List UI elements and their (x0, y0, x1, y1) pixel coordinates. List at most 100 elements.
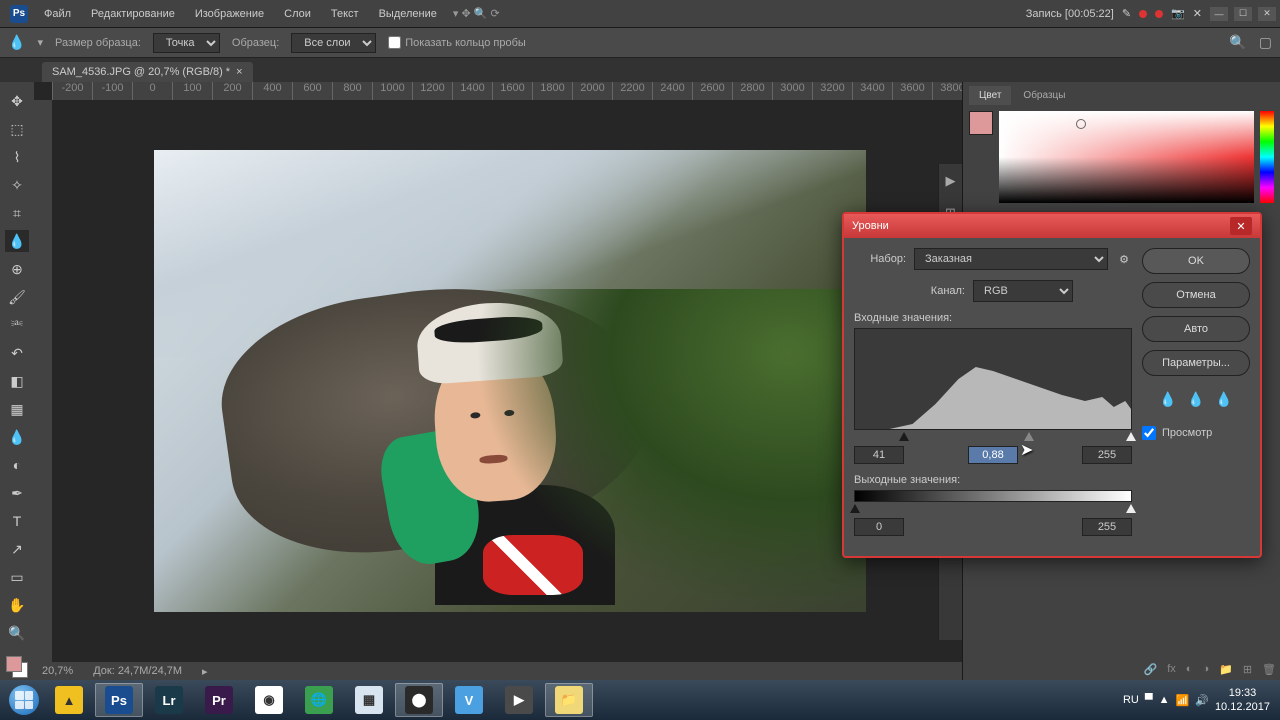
sample-select[interactable]: Все слои (291, 33, 376, 53)
tool-icon[interactable]: 💧 (8, 34, 25, 51)
options-button[interactable]: Параметры... (1142, 350, 1250, 376)
pause-icon[interactable] (1139, 10, 1147, 18)
histogram[interactable] (854, 328, 1132, 430)
black-dropper-icon[interactable]: 💧 (1157, 388, 1179, 410)
taskbar-recorder[interactable]: ⬤ (395, 683, 443, 717)
auto-button[interactable]: Авто (1142, 316, 1250, 342)
menu-image[interactable]: Изображение (185, 8, 274, 20)
output-white-slider[interactable] (1126, 504, 1136, 513)
white-dropper-icon[interactable]: 💧 (1213, 388, 1235, 410)
crop-tool[interactable]: ⌗ (5, 202, 29, 224)
menu-text[interactable]: Текст (321, 8, 369, 20)
menu-layers[interactable]: Слои (274, 8, 321, 20)
color-spectrum[interactable] (999, 111, 1254, 203)
eraser-tool[interactable]: ◧ (5, 370, 29, 392)
shape-tool[interactable]: ▭ (5, 566, 29, 588)
history-brush-tool[interactable]: ↶ (5, 342, 29, 364)
taskbar-explorer[interactable]: 📁 (545, 683, 593, 717)
pencil-icon[interactable]: ✎ (1122, 7, 1131, 20)
foreground-swatch[interactable] (969, 111, 993, 135)
gradient-tool[interactable]: ▦ (5, 398, 29, 420)
output-black-field[interactable] (854, 518, 904, 536)
menu-file[interactable]: Файл (34, 8, 81, 20)
input-white-field[interactable] (1082, 446, 1132, 464)
search-icon[interactable]: 🔍 (1229, 34, 1246, 51)
sample-size-select[interactable]: Точка (153, 33, 220, 53)
cancel-button[interactable]: Отмена (1142, 282, 1250, 308)
fx-icon[interactable]: fx (1167, 663, 1176, 676)
mask-icon[interactable]: ◐ (1186, 663, 1193, 676)
close-tab-icon[interactable]: × (236, 66, 242, 78)
close-button[interactable]: ✕ (1258, 7, 1276, 21)
folder-icon[interactable]: 📁 (1219, 663, 1233, 676)
output-white-field[interactable] (1082, 518, 1132, 536)
dodge-tool[interactable]: ◐ (5, 454, 29, 476)
hand-tool[interactable]: ✋ (5, 594, 29, 616)
tray-network-icon[interactable]: 📶 (1176, 694, 1190, 707)
canvas-image[interactable] (154, 150, 866, 612)
input-mid-slider[interactable] (1024, 432, 1034, 441)
menu-edit[interactable]: Редактирование (81, 8, 185, 20)
adjustment-icon[interactable]: ◑ (1202, 663, 1209, 676)
eyedropper-tool[interactable]: 💧 (5, 230, 29, 252)
document-tab[interactable]: SAM_4536.JPG @ 20,7% (RGB/8) * × (42, 62, 253, 82)
blur-tool[interactable]: 💧 (5, 426, 29, 448)
lasso-tool[interactable]: ⌇ (5, 146, 29, 168)
heal-tool[interactable]: ⊕ (5, 258, 29, 280)
show-ring-checkbox[interactable] (388, 36, 401, 49)
preset-gear-icon[interactable]: ⚙ (1116, 251, 1132, 267)
dialog-close-button[interactable]: ✕ (1230, 217, 1252, 235)
zoom-tool[interactable]: 🔍 (5, 622, 29, 644)
zoom-level[interactable]: 20,7% (42, 665, 73, 677)
minimize-button[interactable]: — (1210, 7, 1228, 21)
preview-checkbox[interactable] (1142, 426, 1156, 440)
input-mid-field[interactable] (968, 446, 1018, 464)
tray-lang[interactable]: RU (1123, 694, 1139, 706)
link-icon[interactable]: 🔗 (1144, 663, 1158, 676)
output-gradient[interactable] (854, 490, 1132, 502)
close-rec-icon[interactable]: ✕ (1193, 7, 1202, 20)
canvas-area[interactable]: -200-10001002004006008001000120014001600… (34, 82, 962, 680)
input-black-slider[interactable] (899, 432, 909, 441)
taskbar-calc[interactable]: ▦ (345, 683, 393, 717)
start-button[interactable] (4, 683, 44, 717)
move-tool[interactable]: ✥ (5, 90, 29, 112)
input-black-field[interactable] (854, 446, 904, 464)
taskbar-video[interactable]: ▶ (495, 683, 543, 717)
tray-flag-icon[interactable]: ▀ (1145, 694, 1153, 706)
tray-clock[interactable]: 19:3310.12.2017 (1215, 686, 1270, 715)
new-layer-icon[interactable]: ⊞ (1243, 663, 1252, 676)
preset-select[interactable]: Заказная (914, 248, 1108, 270)
brush-tool[interactable]: 🖌 (5, 286, 29, 308)
input-sliders[interactable] (854, 432, 1132, 442)
taskbar-warning[interactable]: ▲ (45, 683, 93, 717)
marquee-tool[interactable]: ⬚ (5, 118, 29, 140)
taskbar-v-app[interactable]: V (445, 683, 493, 717)
workspace-icon[interactable]: ▢ (1259, 34, 1272, 51)
taskbar-browser2[interactable]: 🌐 (295, 683, 343, 717)
menu-select[interactable]: Выделение (369, 8, 447, 20)
taskbar-lightroom[interactable]: Lr (145, 683, 193, 717)
taskbar-premiere[interactable]: Pr (195, 683, 243, 717)
type-tool[interactable]: T (5, 510, 29, 532)
output-black-slider[interactable] (850, 504, 860, 513)
tab-swatches[interactable]: Образцы (1013, 86, 1075, 105)
stamp-tool[interactable]: ⎃ (5, 314, 29, 336)
camera-icon[interactable]: 📷 (1171, 7, 1185, 20)
maximize-button[interactable]: ☐ (1234, 7, 1252, 21)
wand-tool[interactable]: ✧ (5, 174, 29, 196)
tray-volume-icon[interactable]: 🔊 (1195, 694, 1209, 707)
channel-select[interactable]: RGB (973, 280, 1073, 302)
tray-up-icon[interactable]: ▲ (1159, 694, 1170, 706)
path-tool[interactable]: ↗ (5, 538, 29, 560)
trash-icon[interactable]: 🗑 (1262, 663, 1276, 676)
color-swatches[interactable] (6, 656, 28, 678)
stop-icon[interactable] (1155, 10, 1163, 18)
output-sliders[interactable] (854, 504, 1132, 514)
taskbar-photoshop[interactable]: Ps (95, 683, 143, 717)
tab-color[interactable]: Цвет (969, 86, 1011, 105)
input-white-slider[interactable] (1126, 432, 1136, 441)
play-icon[interactable]: ▶ (942, 172, 960, 190)
gray-dropper-icon[interactable]: 💧 (1185, 388, 1207, 410)
dialog-titlebar[interactable]: Уровни ✕ (844, 214, 1260, 238)
